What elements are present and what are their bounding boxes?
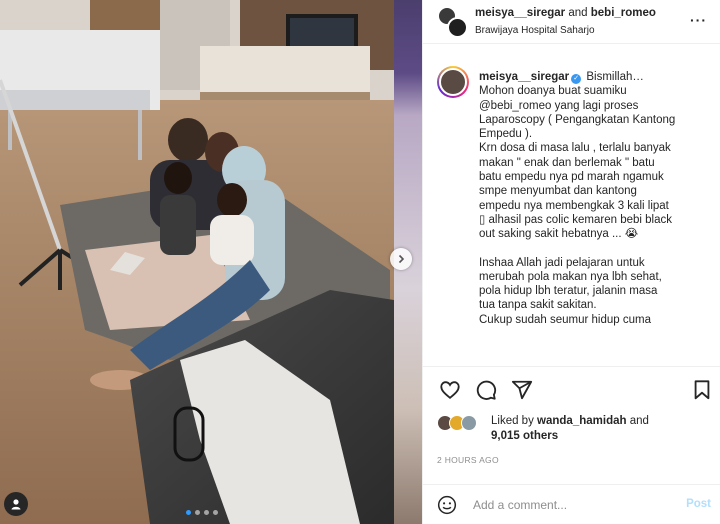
liker-username-link[interactable]: wanda_hamidah (537, 415, 626, 427)
verified-badge-icon: ✓ (571, 74, 582, 84)
tagged-users-icon[interactable] (4, 492, 28, 516)
post-actions (423, 366, 720, 410)
caption: meisya__siregar ✓ Bismillah… Mohon doanya… (423, 58, 720, 360)
like-button[interactable] (439, 379, 461, 401)
family-hospital-photo (0, 0, 394, 524)
comment-button[interactable] (475, 379, 497, 401)
save-button[interactable] (691, 379, 713, 401)
collab-avatars[interactable] (437, 6, 469, 38)
carousel-dot (213, 510, 218, 515)
share-button[interactable] (511, 379, 533, 401)
comment-icon (476, 380, 497, 400)
carousel-dot (195, 510, 200, 515)
and-text: and (568, 7, 588, 19)
caption-line: Bismillah… (586, 71, 644, 83)
carousel-indicator (186, 510, 218, 515)
avatar[interactable] (447, 17, 468, 38)
heart-icon (440, 381, 460, 399)
location-link[interactable]: Brawijaya Hospital Saharjo (475, 25, 595, 36)
post-authors: meisya__siregar and bebi_romeo (475, 7, 656, 19)
likes-count-link[interactable]: 9,015 others (491, 430, 558, 442)
caption-line: Inshaa Allah jadi pelajaran untuk (479, 256, 645, 269)
post-timestamp[interactable]: 2 HOURS AGO (437, 455, 499, 465)
comment-bar: Post (423, 484, 720, 524)
likes-text: Liked by wanda_hamidah and 9,015 others (491, 414, 649, 444)
caption-line: pola hidup lbh teratur, jalanin masa (479, 285, 658, 298)
caption-line: makan " enak dan berlemak " batu (479, 156, 655, 169)
author-link[interactable]: meisya__siregar (475, 7, 565, 19)
liked-by-label: Liked by (491, 415, 534, 427)
caption-text: meisya__siregar ✓ Bismillah… Mohon doanya… (479, 70, 715, 327)
caption-line: merubah pola makan nya lbh sehat, (479, 270, 662, 283)
carousel-next-button[interactable] (390, 248, 412, 270)
caption-line: Empedu ). (479, 128, 533, 141)
caption-author-link[interactable]: meisya__siregar (479, 71, 569, 83)
caption-line: smpe menyumbat dan kantong (479, 185, 637, 198)
caption-line: ▯ alhasil pas colic kemaren bebi black (479, 213, 672, 226)
caption-line: empedu nya membengkak 3 kali lipat (479, 199, 669, 212)
avatar[interactable] (461, 415, 477, 431)
chevron-right-icon (398, 254, 405, 264)
more-horizontal-icon[interactable]: ··· (690, 13, 707, 27)
carousel-dot (204, 510, 209, 515)
carousel-dot (186, 510, 191, 515)
caption-line: Cukup sudah seumur hidup cuma (479, 313, 651, 326)
send-icon (511, 380, 533, 400)
bookmark-icon (694, 380, 710, 400)
avatar[interactable] (437, 66, 469, 98)
caption-line: Laparoscopy ( Pengangkatan Kantong (479, 113, 676, 126)
collaborator-link[interactable]: bebi_romeo (591, 7, 656, 19)
and-text: and (629, 415, 649, 427)
caption-line: meisya__siregar ✓ Bismillah… (479, 70, 715, 84)
post-side-panel: meisya__siregar and bebi_romeo Brawijaya… (422, 0, 720, 524)
caption-line: tua tanpa sakit sakitan. (479, 299, 597, 312)
post-comment-button[interactable]: Post (686, 498, 711, 510)
caption-mention-line: @bebi_romeo yang lagi proses (479, 99, 639, 112)
caption-line: Mohon doanya buat suamiku (479, 85, 627, 98)
comment-input[interactable] (473, 495, 673, 515)
caption-line: batu empedu nya pd marah ngamuk (479, 171, 664, 184)
caption-line: out saking sakit hebatnya ... 😭 (479, 228, 639, 241)
caption-line: Krn dosa di masa lalu , terlalu banyak (479, 142, 671, 155)
emoji-icon[interactable] (437, 495, 457, 515)
likes-summary: Liked by wanda_hamidah and 9,015 others (437, 412, 717, 448)
post-header: meisya__siregar and bebi_romeo Brawijaya… (423, 0, 720, 44)
post-photo[interactable] (0, 0, 394, 524)
